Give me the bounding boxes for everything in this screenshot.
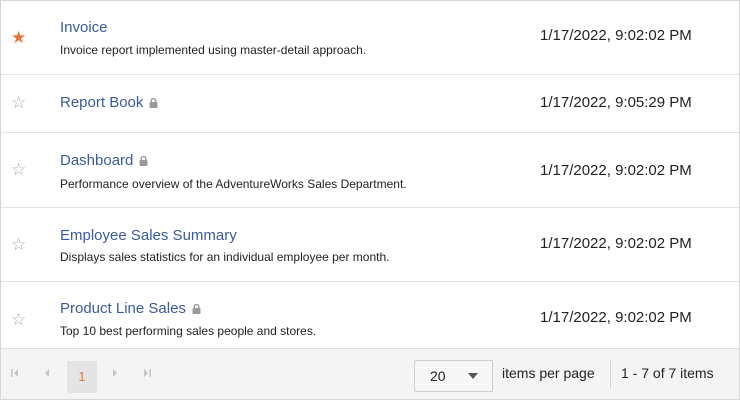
- list-item[interactable]: ☆ Report Book 1/17/2022, 9:05:29 PM: [1, 75, 739, 133]
- report-title-text[interactable]: Product Line Sales: [60, 300, 186, 317]
- report-description: Performance overview of the AdventureWor…: [60, 177, 407, 191]
- page-size-dropdown[interactable]: 20: [414, 360, 493, 392]
- first-page-icon[interactable]: [5, 363, 25, 383]
- favorite-star-icon[interactable]: ★: [11, 29, 26, 46]
- next-page-icon[interactable]: [105, 363, 125, 383]
- report-title-text[interactable]: Employee Sales Summary: [60, 227, 237, 244]
- report-list: ★ Invoice Invoice report implemented usi…: [0, 0, 740, 400]
- report-date: 1/17/2022, 9:05:29 PM: [540, 94, 692, 111]
- page-size-value: 20: [430, 368, 446, 384]
- pager-divider: [610, 361, 611, 389]
- star-outline-icon[interactable]: ☆: [11, 94, 26, 111]
- list-item[interactable]: ☆ Employee Sales Summary Displays sales …: [1, 208, 739, 282]
- current-page-button[interactable]: 1: [67, 361, 97, 393]
- chevron-down-icon: [468, 373, 478, 379]
- previous-page-icon[interactable]: [37, 363, 57, 383]
- report-title-link[interactable]: Product Line Sales: [60, 300, 201, 318]
- report-description: Top 10 best performing sales people and …: [60, 324, 317, 338]
- pager-summary: 1 - 7 of 7 items: [621, 365, 714, 381]
- star-outline-icon[interactable]: ☆: [11, 161, 26, 178]
- lock-icon: [149, 98, 158, 108]
- report-description: Displays sales statistics for an individ…: [60, 250, 390, 264]
- report-title-link[interactable]: Employee Sales Summary: [60, 227, 237, 245]
- report-date: 1/17/2022, 9:02:02 PM: [540, 309, 692, 326]
- report-date: 1/17/2022, 9:02:02 PM: [540, 27, 692, 44]
- report-title-text[interactable]: Invoice: [60, 19, 108, 36]
- report-date: 1/17/2022, 9:02:02 PM: [540, 235, 692, 252]
- star-outline-icon[interactable]: ☆: [11, 311, 26, 328]
- report-title-link[interactable]: Report Book: [60, 94, 158, 112]
- list-item[interactable]: ★ Invoice Invoice report implemented usi…: [1, 1, 739, 75]
- report-title-link[interactable]: Dashboard: [60, 152, 148, 170]
- report-title-text[interactable]: Dashboard: [60, 152, 133, 169]
- report-description: Invoice report implemented using master-…: [60, 43, 367, 57]
- report-title-text[interactable]: Report Book: [60, 94, 143, 111]
- report-date: 1/17/2022, 9:02:02 PM: [540, 162, 692, 179]
- items-per-page-label: items per page: [502, 365, 595, 381]
- lock-icon: [192, 304, 201, 314]
- report-title-link[interactable]: Invoice: [60, 19, 108, 37]
- list-item[interactable]: ☆ Product Line Sales Top 10 best perform…: [1, 282, 739, 348]
- list-item[interactable]: ☆ Dashboard Performance overview of the …: [1, 133, 739, 208]
- star-outline-icon[interactable]: ☆: [11, 236, 26, 253]
- lock-icon: [139, 156, 148, 166]
- last-page-icon[interactable]: [137, 363, 157, 383]
- pager: 1 20 items per page 1 - 7 of 7 items: [1, 348, 739, 399]
